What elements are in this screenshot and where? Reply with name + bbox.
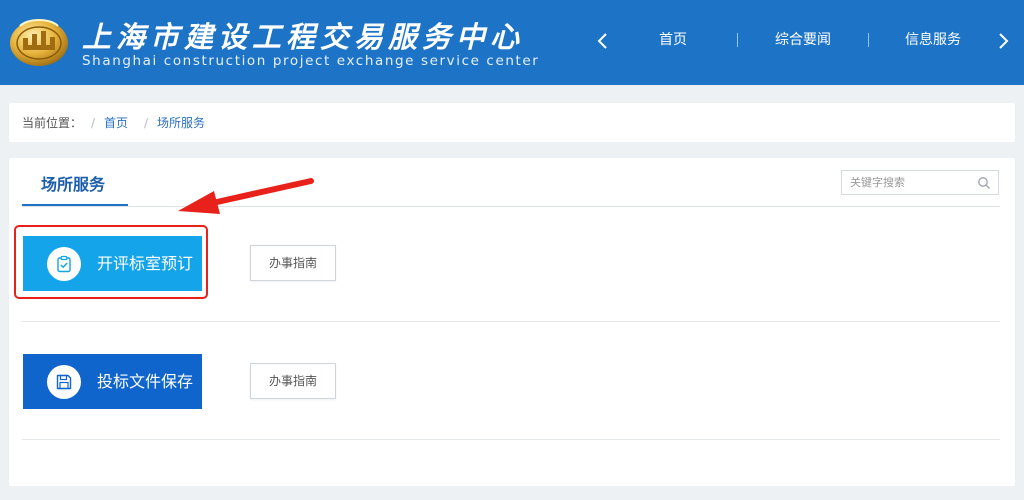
row-divider (22, 321, 1000, 322)
breadcrumb-label: 当前位置： (22, 116, 83, 130)
chevron-left-icon (597, 33, 607, 49)
logo-icon[interactable] (8, 14, 70, 68)
tab-divider (22, 206, 1000, 207)
clipboard-check-icon (57, 255, 71, 273)
nav-separator (737, 33, 738, 47)
breadcrumb-separator: / (91, 116, 96, 130)
row-divider (22, 439, 1000, 440)
service-label: 开评标室预订 (97, 254, 194, 273)
floppy-disk-icon (56, 374, 72, 390)
site-subtitle: Shanghai construction project exchange s… (82, 53, 540, 69)
search-icon[interactable] (977, 176, 991, 190)
breadcrumb-separator: / (144, 116, 149, 130)
breadcrumb: 当前位置： / 首页 / 场所服务 (9, 103, 1015, 142)
nav-item-info-service[interactable]: 信息服务 (905, 30, 961, 50)
search-box (841, 170, 999, 195)
nav-item-home[interactable]: 首页 (659, 30, 687, 50)
site-header: 上海市建设工程交易服务中心 Shanghai construction proj… (0, 0, 1024, 85)
chevron-right-icon (999, 33, 1009, 49)
bid-file-storage-button[interactable]: 投标文件保存 (23, 354, 202, 409)
nav-item-news[interactable]: 综合要闻 (775, 30, 831, 50)
book-review-room-button[interactable]: 开评标室预订 (23, 236, 202, 291)
guide-button[interactable]: 办事指南 (250, 245, 336, 281)
service-label: 投标文件保存 (97, 372, 194, 391)
nav-separator (868, 33, 869, 47)
site-title: 上海市建设工程交易服务中心 (82, 20, 525, 54)
nav-next-arrow[interactable] (992, 26, 1014, 56)
breadcrumb-home-link[interactable]: 首页 (104, 115, 128, 131)
main-panel: 场所服务 开评标室预订 办事指南 投标文件保存 (9, 158, 1015, 486)
breadcrumb-current-link[interactable]: 场所服务 (157, 115, 205, 131)
guide-button[interactable]: 办事指南 (250, 363, 336, 399)
tab-venue-services[interactable]: 场所服务 (41, 174, 105, 196)
nav-prev-arrow[interactable] (592, 26, 614, 56)
button-icon-circle (47, 365, 81, 399)
search-input[interactable] (842, 171, 972, 194)
button-icon-circle (47, 247, 81, 281)
